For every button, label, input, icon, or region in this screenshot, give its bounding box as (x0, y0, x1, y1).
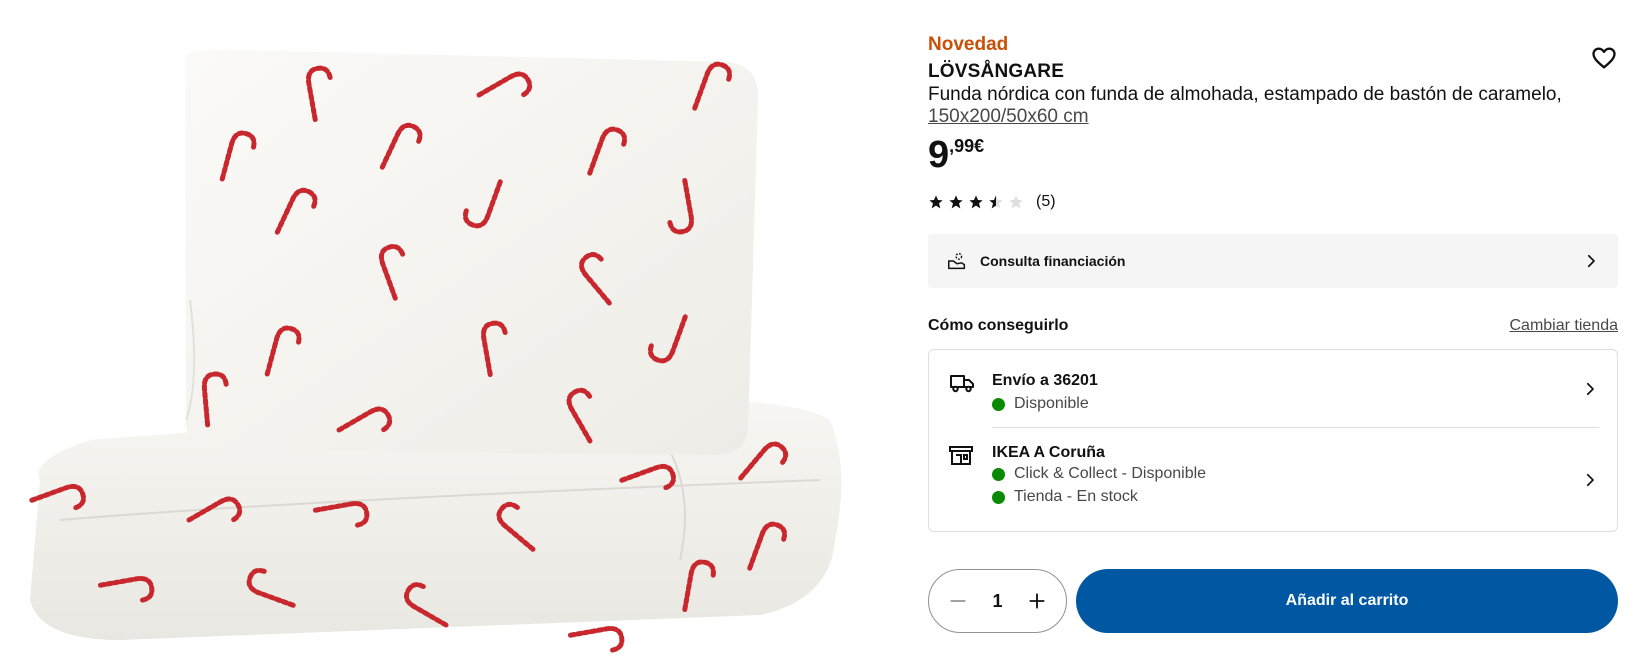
favorite-heart-icon[interactable] (1590, 44, 1618, 72)
store-collect-status: Click & Collect - Disponible (992, 465, 1206, 483)
chevron-right-icon (1586, 473, 1594, 487)
store-title: IKEA A Coruña (992, 444, 1105, 461)
store-icon (949, 446, 973, 465)
star-half-icon (989, 195, 1003, 209)
product-name: LÖVSÅNGARE (928, 61, 1065, 82)
finance-label: Consulta financiación (980, 253, 1126, 269)
star-empty-icon (1009, 195, 1023, 209)
increase-quantity-button[interactable] (1022, 586, 1052, 616)
new-badge: Novedad (928, 34, 1009, 55)
change-store-link[interactable]: Cambiar tienda (1510, 317, 1619, 335)
price-currency: € (974, 136, 985, 156)
finance-banner[interactable]: Consulta financiación (928, 234, 1618, 288)
product-description: Funda nórdica con funda de almohada, est… (928, 84, 1562, 105)
product-size-link[interactable]: 150x200/50x60 cm (928, 106, 1089, 128)
how-to-get-title: Cómo conseguirlo (928, 317, 1069, 334)
coins-hand-icon (948, 252, 966, 270)
quantity-stepper: 1 (928, 569, 1067, 633)
add-to-cart-button[interactable]: Añadir al carrito (1076, 569, 1618, 633)
price-integer: 9 (928, 134, 950, 176)
star-full-icon (969, 195, 983, 209)
store-stock-status: Tienda - En stock (992, 488, 1138, 506)
status-dot (992, 397, 1005, 411)
truck-icon (950, 375, 974, 393)
star-full-icon (949, 195, 963, 209)
plus-icon (1029, 593, 1045, 609)
product-rating[interactable]: (5) (928, 192, 1056, 212)
delivery-row[interactable]: Envío a 36201 Disponible (929, 350, 1617, 427)
rating-stars (928, 194, 1024, 210)
status-dot (992, 490, 1005, 504)
delivery-status: Disponible (992, 395, 1089, 413)
delivery-title: Envío a 36201 (992, 372, 1098, 389)
price-decimal: ,99 (949, 136, 975, 156)
chevron-right-icon (1587, 254, 1595, 268)
product-image[interactable] (0, 0, 860, 661)
star-full-icon (929, 195, 943, 209)
store-collect-status-text: Click & Collect - Disponible (1014, 465, 1207, 482)
status-dot (992, 467, 1005, 481)
delivery-status-text: Disponible (1014, 395, 1089, 412)
product-info-panel: Novedad LÖVSÅNGARE Funda nórdica con fun… (928, 0, 1618, 661)
store-row[interactable]: IKEA A Coruña Click & Collect - Disponib… (929, 428, 1617, 532)
rating-count: (5) (1036, 193, 1056, 210)
chevron-right-icon (1586, 382, 1594, 396)
availability-box: Envío a 36201 Disponible IKEA A Coruña C… (928, 349, 1618, 532)
product-price: 9,99€ (928, 133, 984, 177)
minus-icon (950, 600, 966, 602)
quantity-value[interactable]: 1 (992, 591, 1002, 612)
decrease-quantity-button[interactable] (943, 586, 973, 616)
store-stock-status-text: Tienda - En stock (1014, 488, 1138, 505)
